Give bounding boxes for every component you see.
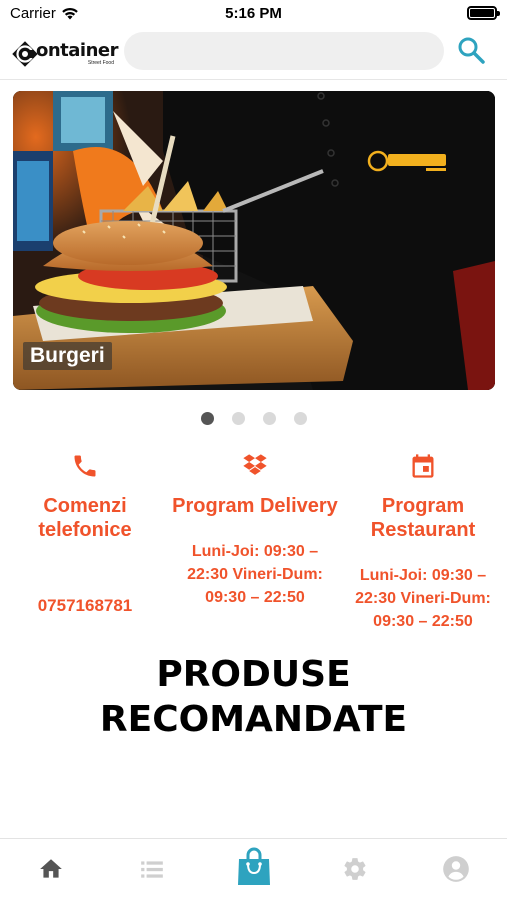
status-time: 5:16 PM [225,5,282,22]
header: ontainer Street Food [0,28,507,80]
tab-list[interactable] [134,851,170,887]
shopping-bag-icon [238,847,270,885]
carousel-dot[interactable] [200,412,214,425]
phone-number[interactable]: 0757168781 [0,596,170,616]
tab-bar [0,838,507,900]
tab-cart[interactable] [235,847,273,887]
delivery-hours: Luni-Joi: 09:30 – 22:30 Vineri-Dum: 09:3… [187,543,323,606]
info-section: Comenzi telefonice 0757168781 Program De… [0,452,507,642]
delivery-title: Program Delivery [172,495,338,517]
carousel-dot[interactable] [262,412,276,425]
dropbox-icon [243,454,267,475]
recommended-products-title: PRODUSE RECOMANDATE [99,654,408,740]
search-input[interactable] [124,32,444,70]
battery-icon [467,6,500,20]
delivery-hours-card[interactable]: Program Delivery Luni-Joi: 09:30 – 22:30… [170,452,340,609]
logo-mark-icon [12,41,38,67]
logo[interactable]: ontainer Street Food [10,36,119,72]
phone-orders-title: Comenzi telefonice [38,495,132,541]
tab-home[interactable] [33,851,69,887]
banner-caption: Burgeri [23,342,112,370]
restaurant-title: Program Restaurant [370,495,476,541]
promo-banner[interactable]: Burgeri [13,91,495,390]
screen: Carrier 5:16 PM ontainer Street Food Bur… [0,0,507,900]
status-bar: Carrier 5:16 PM [0,0,507,28]
phone-icon [74,455,96,477]
user-icon [443,856,469,882]
logo-subtitle: Street Food [87,60,114,66]
restaurant-hours-card[interactable]: Program Restaurant Luni-Joi: 09:30 – 22:… [338,452,507,633]
carousel-dot[interactable] [293,412,307,425]
restaurant-hours: Luni-Joi: 09:30 – 22:30 Vineri-Dum: 09:3… [355,567,491,630]
tab-profile[interactable] [438,851,474,887]
carousel-dot[interactable] [231,412,245,425]
carousel-dots [0,412,507,425]
logo-text: ontainer Street Food [35,40,119,66]
home-icon [40,859,62,878]
search-icon[interactable] [455,34,487,66]
list-icon [141,861,163,878]
calendar-icon [412,454,434,478]
gear-icon [344,858,366,880]
tab-settings[interactable] [337,851,373,887]
phone-orders-card[interactable]: Comenzi telefonice 0757168781 [0,452,170,616]
logo-word: ontainer [35,40,119,61]
